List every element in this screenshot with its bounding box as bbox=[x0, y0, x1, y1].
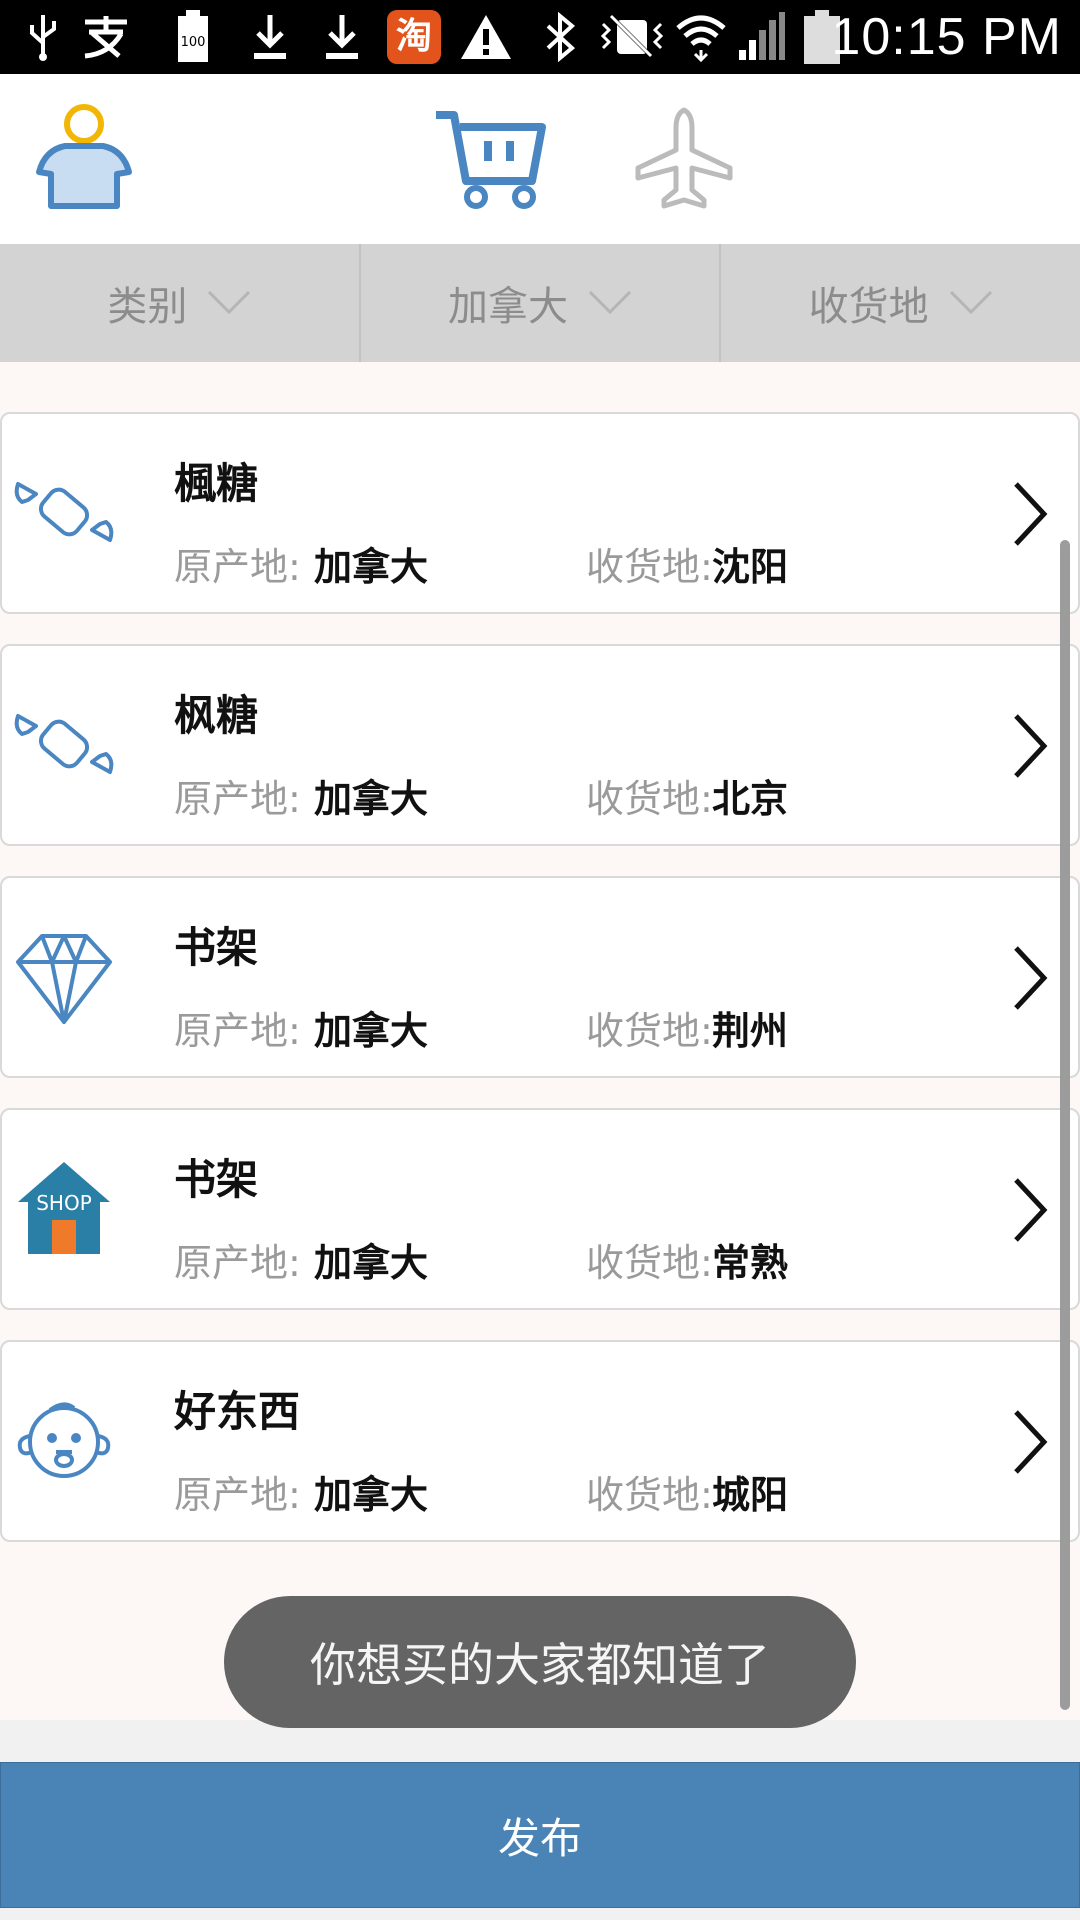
destination-label: 收货地: bbox=[586, 1241, 713, 1285]
destination-value: 常熟 bbox=[712, 1241, 789, 1285]
list-item[interactable]: SHOP 书架 原产地: 加拿大 收货地: 常熟 bbox=[0, 1108, 1080, 1310]
chevron-down-icon bbox=[207, 280, 251, 326]
destination-label: 收货地: bbox=[586, 1009, 713, 1053]
list-item[interactable]: 枫糖 原产地: 加拿大 收货地: 北京 bbox=[0, 644, 1080, 846]
bluetooth-icon bbox=[540, 10, 580, 64]
shop-icon: SHOP bbox=[14, 1158, 114, 1258]
shop-button[interactable] bbox=[432, 100, 552, 220]
list-item[interactable]: 楓糖 原产地: 加拿大 收货地: 沈阳 bbox=[0, 412, 1080, 614]
item-title: 枫糖 bbox=[174, 691, 259, 740]
alipay-icon bbox=[78, 10, 134, 64]
taobao-icon: 淘 bbox=[386, 10, 442, 64]
download-icon bbox=[250, 10, 290, 64]
baby-icon bbox=[14, 1390, 114, 1490]
profile-button[interactable] bbox=[24, 100, 144, 220]
chevron-right-icon bbox=[1006, 1408, 1054, 1476]
origin-label: 原产地: bbox=[174, 545, 301, 589]
top-nav bbox=[0, 74, 1080, 244]
status-time: 10:15 PM bbox=[831, 8, 1062, 66]
destination-value: 城阳 bbox=[712, 1473, 789, 1517]
download-icon bbox=[322, 10, 362, 64]
item-title: 好东西 bbox=[174, 1387, 301, 1436]
chevron-right-icon bbox=[1006, 1176, 1054, 1244]
chevron-down-icon bbox=[949, 280, 993, 326]
scrollbar[interactable] bbox=[1060, 540, 1070, 1710]
warning-icon bbox=[458, 10, 514, 64]
destination-value: 北京 bbox=[712, 777, 789, 821]
origin-value: 加拿大 bbox=[314, 1473, 429, 1517]
destination-value: 沈阳 bbox=[712, 545, 789, 589]
candy-icon bbox=[14, 694, 114, 794]
chevron-right-icon bbox=[1006, 944, 1054, 1012]
origin-value: 加拿大 bbox=[314, 545, 429, 589]
travel-button[interactable] bbox=[624, 100, 744, 220]
vibrate-icon bbox=[596, 10, 668, 64]
filter-category[interactable]: 类别 bbox=[0, 244, 359, 362]
filter-label: 加拿大 bbox=[448, 284, 568, 330]
toast-message: 你想买的大家都知道了 bbox=[224, 1596, 856, 1728]
airplane-icon bbox=[632, 106, 736, 214]
filter-label: 类别 bbox=[107, 284, 188, 330]
destination-label: 收货地: bbox=[586, 777, 713, 821]
wifi-icon bbox=[674, 10, 728, 64]
origin-label: 原产地: bbox=[174, 1241, 301, 1285]
cart-icon bbox=[432, 105, 552, 215]
origin-value: 加拿大 bbox=[314, 1009, 429, 1053]
filter-destination[interactable]: 收货地 bbox=[719, 244, 1080, 362]
svg-text:SHOP: SHOP bbox=[36, 1191, 92, 1215]
usb-icon bbox=[28, 10, 58, 64]
origin-value: 加拿大 bbox=[314, 777, 429, 821]
chevron-right-icon bbox=[1006, 712, 1054, 780]
chevron-down-icon bbox=[588, 280, 632, 326]
item-title: 书架 bbox=[174, 1155, 259, 1204]
destination-label: 收货地: bbox=[586, 1473, 713, 1517]
origin-label: 原产地: bbox=[174, 1473, 301, 1517]
status-bar: 100 淘 10:15 PM bbox=[0, 0, 1080, 74]
diamond-icon bbox=[14, 926, 114, 1026]
publish-button[interactable]: 发布 bbox=[0, 1762, 1080, 1908]
origin-value: 加拿大 bbox=[314, 1241, 429, 1285]
signal-icon bbox=[736, 10, 786, 64]
candy-icon bbox=[14, 462, 114, 562]
svg-text:100: 100 bbox=[181, 35, 206, 50]
origin-label: 原产地: bbox=[174, 1009, 301, 1053]
origin-label: 原产地: bbox=[174, 777, 301, 821]
filter-bar: 类别 加拿大 收货地 bbox=[0, 244, 1080, 362]
list-item[interactable]: 书架 原产地: 加拿大 收货地: 荆州 bbox=[0, 876, 1080, 1078]
user-icon bbox=[29, 102, 139, 218]
battery-100-icon: 100 bbox=[176, 10, 210, 64]
filter-label: 收货地 bbox=[808, 284, 929, 330]
item-title: 楓糖 bbox=[174, 459, 259, 508]
destination-value: 荆州 bbox=[712, 1009, 789, 1053]
item-title: 书架 bbox=[174, 923, 259, 972]
list-item[interactable]: 好东西 原产地: 加拿大 收货地: 城阳 bbox=[0, 1340, 1080, 1542]
destination-label: 收货地: bbox=[586, 545, 713, 589]
chevron-right-icon bbox=[1006, 480, 1054, 548]
filter-origin[interactable]: 加拿大 bbox=[358, 244, 720, 362]
